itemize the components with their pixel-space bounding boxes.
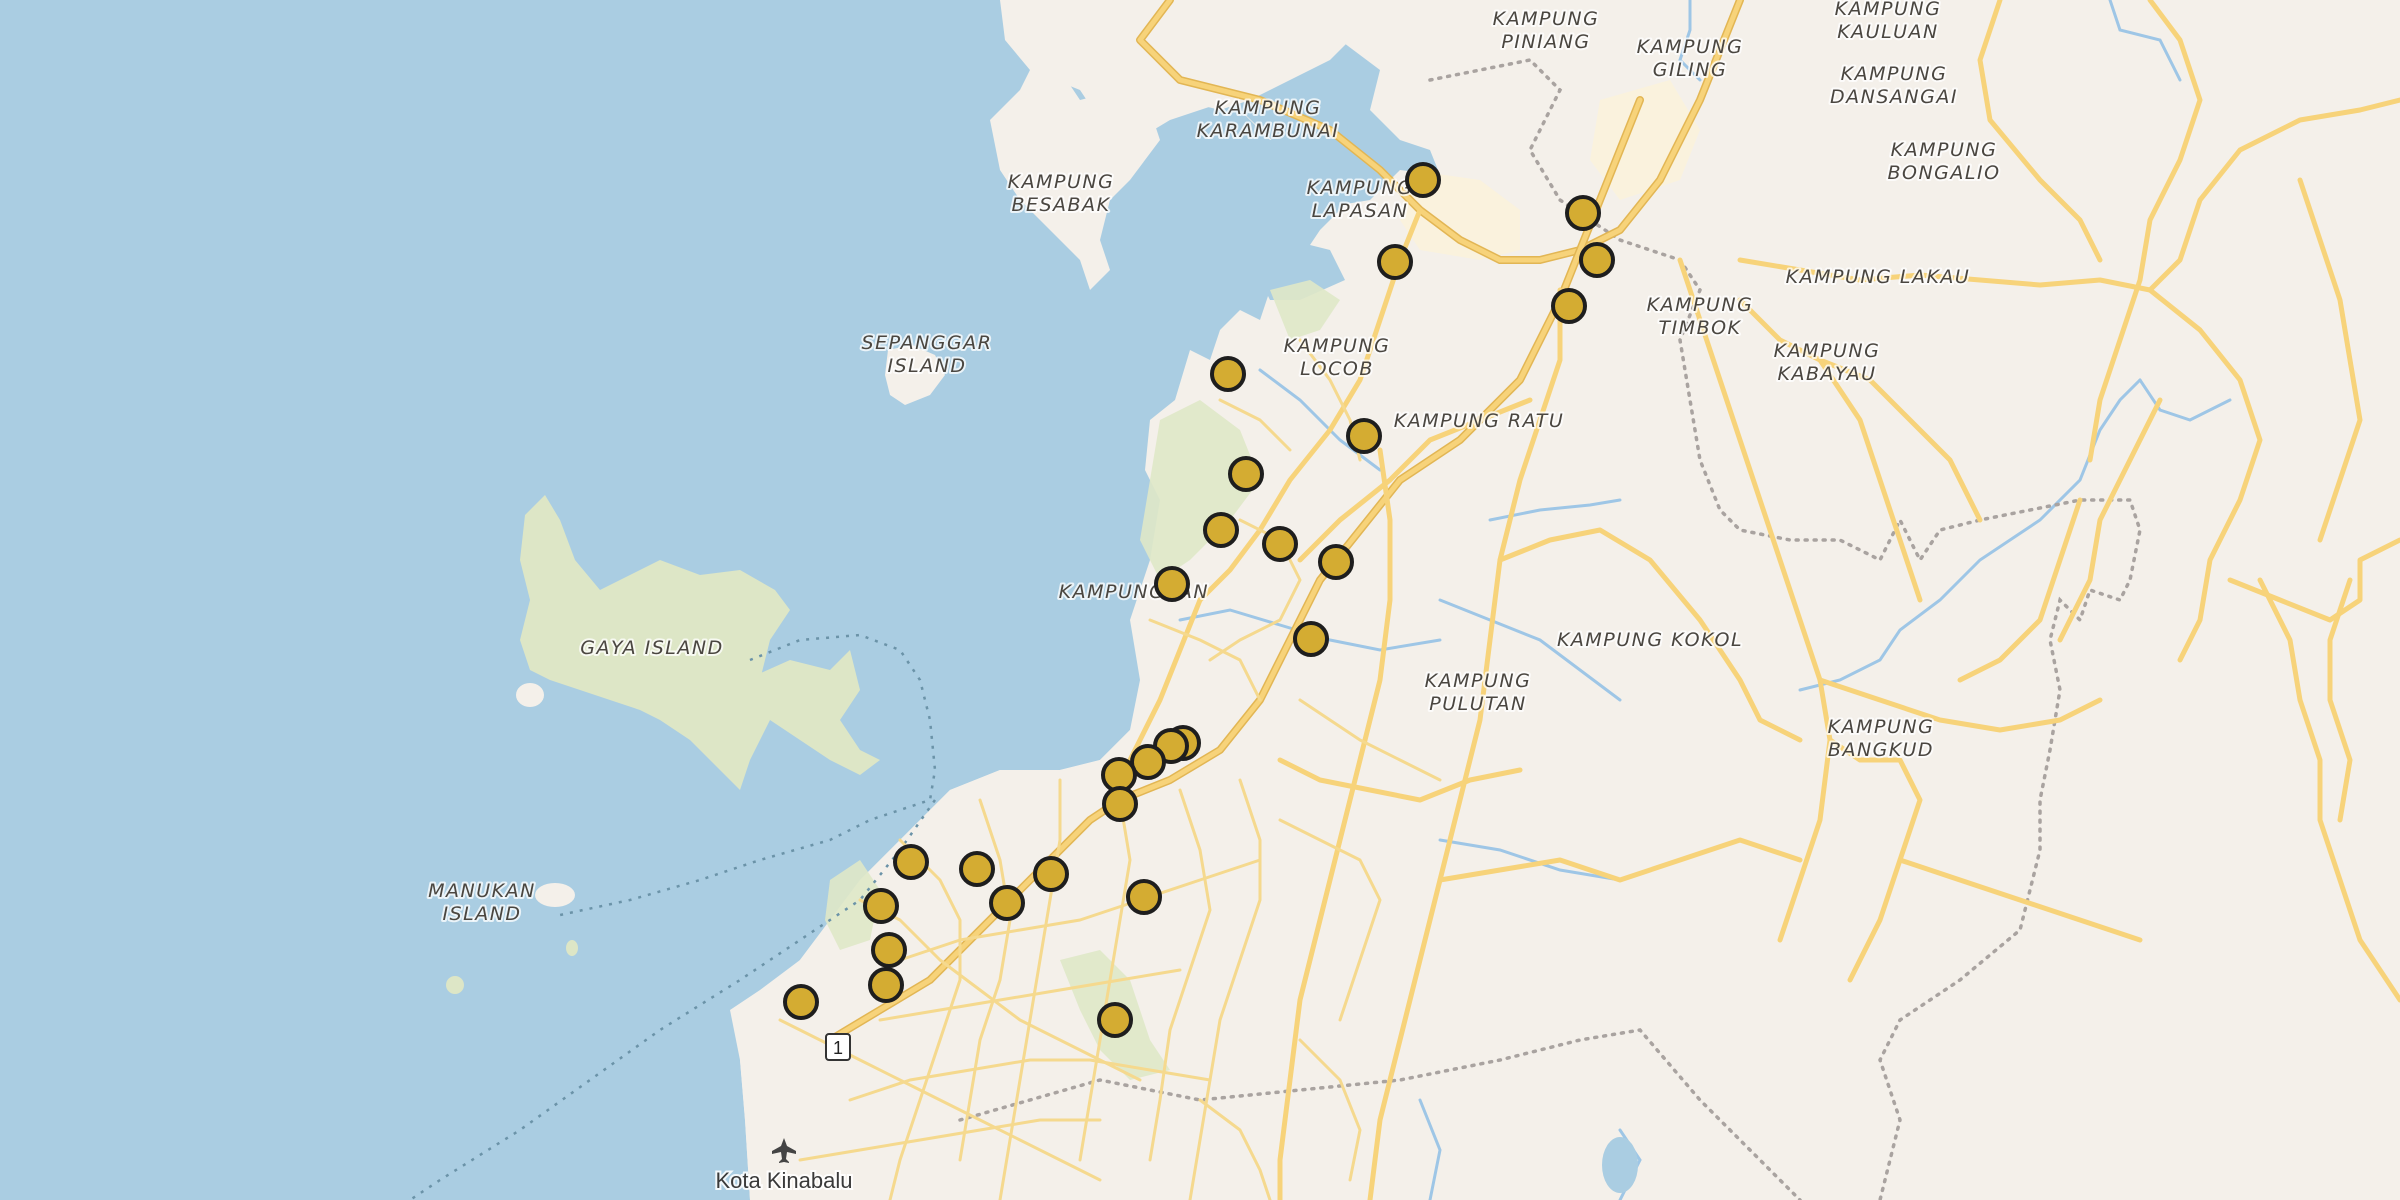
map-canvas[interactable]: KAMPUNG PINIANG KAMPUNG GILING KAMPUNG KAUL… — [0, 0, 2400, 1200]
city-label-kota-kinabalu: Kota Kinabalu — [716, 1168, 853, 1193]
map-marker[interactable] — [1565, 195, 1601, 231]
map-marker[interactable] — [871, 932, 907, 968]
islet — [566, 940, 578, 956]
label-kampung-bongalio: KAMPUNG BONGALIO — [1887, 139, 2000, 184]
map-marker[interactable] — [1262, 526, 1298, 562]
label-kampung-kabayau: KAMPUNG KABAYAU — [1774, 340, 1881, 385]
map-marker[interactable] — [1551, 288, 1587, 324]
map-marker[interactable] — [989, 885, 1025, 921]
map-marker[interactable] — [893, 844, 929, 880]
map-svg[interactable]: KAMPUNG PINIANG KAMPUNG GILING KAMPUNG KAUL… — [0, 0, 2400, 1200]
map-marker[interactable] — [1097, 1002, 1133, 1038]
map-marker[interactable] — [1579, 242, 1615, 278]
map-marker[interactable] — [1318, 544, 1354, 580]
map-marker[interactable] — [1033, 856, 1069, 892]
label-kampung-karambunai: KAMPUNG KARAMBUNAI — [1197, 97, 1340, 142]
route-shield-number: 1 — [833, 1038, 843, 1058]
label-kampung-pulutan: KAMPUNG PULUTAN — [1425, 670, 1532, 715]
map-marker[interactable] — [1203, 512, 1239, 548]
map-marker[interactable] — [959, 851, 995, 887]
reservoir — [1602, 1137, 1638, 1193]
route-shield: 1 — [825, 1033, 851, 1061]
label-kampung-kauluan: KAMPUNG KAULUAN — [1835, 0, 1942, 43]
label-kampung-lapasan: KAMPUNG LAPASAN — [1307, 177, 1414, 222]
map-marker[interactable] — [1405, 162, 1441, 198]
manukan-islet — [535, 883, 575, 907]
map-marker[interactable] — [1377, 244, 1413, 280]
islet — [516, 683, 544, 707]
label-kampung-timbok: KAMPUNG TIMBOK — [1647, 294, 1754, 339]
label-kampung-dansangai: KAMPUNG DANSANGAI — [1830, 63, 1958, 108]
map-marker[interactable] — [868, 967, 904, 1003]
map-marker[interactable] — [1210, 356, 1246, 392]
map-marker[interactable] — [1154, 566, 1190, 602]
map-marker[interactable] — [1346, 418, 1382, 454]
label-kampung-kokol: KAMPUNG KOKOL — [1557, 629, 1743, 651]
map-marker[interactable] — [783, 984, 819, 1020]
label-manukan-island: MANUKAN ISLAND — [428, 880, 536, 925]
label-gaya-island: GAYA ISLAND — [580, 637, 723, 659]
map-marker[interactable] — [1228, 456, 1264, 492]
map-marker[interactable] — [863, 888, 899, 924]
label-kampung-besabak: KAMPUNG BESABAK — [1008, 171, 1115, 216]
map-marker[interactable] — [1293, 621, 1329, 657]
label-kampung-bangkud: KAMPUNG BANGKUD — [1828, 716, 1935, 761]
islet — [446, 976, 464, 994]
label-kampung-lakau: KAMPUNG LAKAU — [1786, 266, 1971, 288]
map-marker[interactable] — [1102, 786, 1138, 822]
map-marker[interactable] — [1126, 879, 1162, 915]
label-kampung-ratu: KAMPUNG RATU — [1394, 410, 1565, 432]
label-kampung-piniang: KAMPUNG PINIANG — [1493, 8, 1600, 53]
